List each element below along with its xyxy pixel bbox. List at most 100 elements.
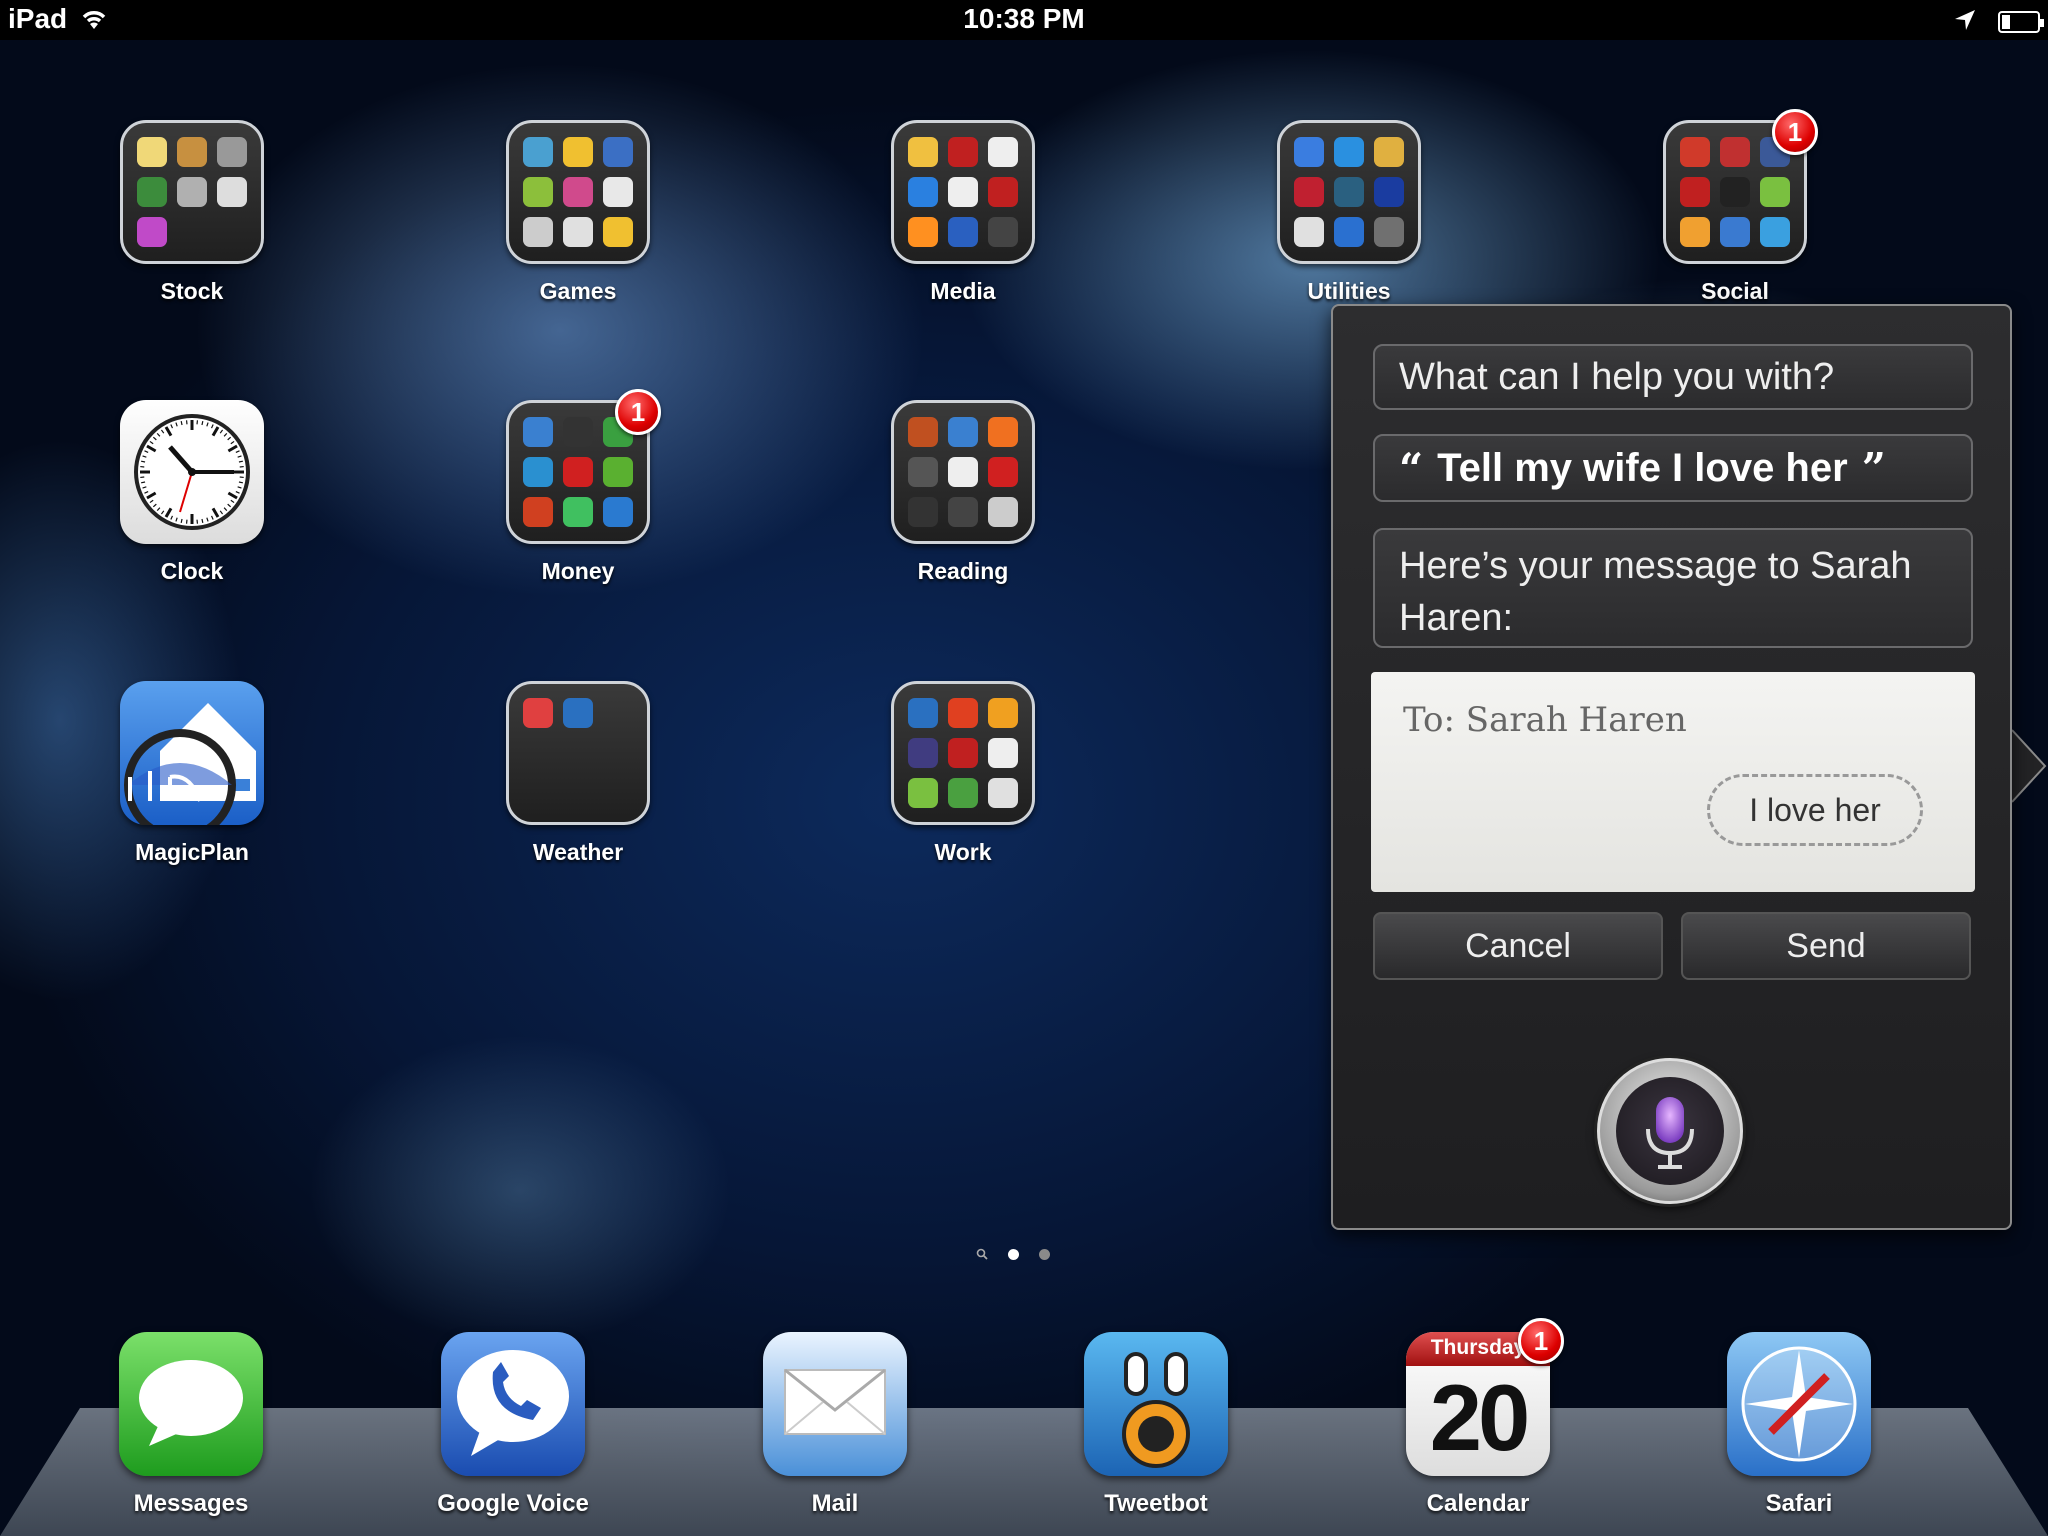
message-preview-card[interactable]: To: Sarah Haren I love her xyxy=(1371,672,1975,892)
app-label: Clock xyxy=(160,558,224,584)
mini-app-icon xyxy=(1334,177,1364,207)
mini-app-icon xyxy=(563,497,593,527)
mini-app-icon xyxy=(988,177,1018,207)
mini-app-icon xyxy=(1680,217,1710,247)
folder-icon: 1 xyxy=(1663,109,1818,264)
dock-app-google-voice[interactable]: Google Voice xyxy=(413,1332,613,1518)
mini-app-icon xyxy=(523,417,553,447)
mini-app-icon xyxy=(603,137,633,167)
dock-app-label: Mail xyxy=(811,1490,859,1517)
app-label: Weather xyxy=(532,839,624,865)
mini-app-icon xyxy=(523,217,553,247)
dock-app-label: Messages xyxy=(133,1490,249,1517)
mini-app-icon xyxy=(177,137,207,167)
send-button[interactable]: Send xyxy=(1681,912,1971,980)
magicplan-icon xyxy=(120,681,264,841)
mini-app-icon xyxy=(988,698,1018,728)
open-quote: “ xyxy=(1399,443,1424,493)
siri-mic-button[interactable] xyxy=(1597,1058,1743,1204)
mini-app-icon xyxy=(908,177,938,207)
dock-app-calendar[interactable]: Thursday 20 1 Calendar xyxy=(1378,1318,1578,1518)
mini-app-icon xyxy=(908,497,938,527)
folder-icon xyxy=(891,120,1035,264)
app-utilities[interactable]: Utilities xyxy=(1219,120,1479,305)
user-utterance-bubble[interactable]: “ Tell my wife I love her ” xyxy=(1373,434,1973,502)
siri-panel: What can I help you with? “ Tell my wife… xyxy=(1331,304,2012,1230)
mini-app-icon xyxy=(603,217,633,247)
mini-app-icon xyxy=(603,497,633,527)
mini-app-icon xyxy=(988,778,1018,808)
spotlight-search-icon[interactable] xyxy=(976,1248,988,1260)
dock-app-tweetbot[interactable]: Tweetbot xyxy=(1056,1332,1256,1518)
mini-app-icon xyxy=(523,698,553,728)
message-recipient: To: Sarah Haren xyxy=(1403,700,1687,740)
mini-app-icon xyxy=(1760,177,1790,207)
notification-badge: 1 xyxy=(1518,1318,1564,1364)
mail-icon xyxy=(763,1332,907,1476)
mini-app-icon xyxy=(908,457,938,487)
microphone-icon xyxy=(1646,1097,1694,1169)
clock-icon xyxy=(120,400,264,544)
mini-app-icon xyxy=(217,177,247,207)
mini-app-icon xyxy=(1374,177,1404,207)
app-money[interactable]: 1 Money xyxy=(448,389,708,585)
mini-app-icon xyxy=(137,217,167,247)
mini-app-icon xyxy=(177,177,207,207)
app-reading[interactable]: Reading xyxy=(833,400,1093,585)
page-indicator[interactable] xyxy=(976,1248,1050,1260)
app-magicplan[interactable]: MagicPlan xyxy=(62,681,322,866)
mini-app-icon xyxy=(1334,217,1364,247)
siri-prompt-bubble: What can I help you with? xyxy=(1373,344,1973,410)
app-clock[interactable]: Clock xyxy=(62,400,322,585)
mini-app-icon xyxy=(908,417,938,447)
mini-app-icon xyxy=(1294,137,1324,167)
app-games[interactable]: Games xyxy=(448,120,708,305)
calendar-date-number: 20 xyxy=(1429,1365,1531,1470)
mini-app-icon xyxy=(948,417,978,447)
mini-app-icon xyxy=(563,137,593,167)
mini-app-icon xyxy=(563,698,593,728)
dock-app-mail[interactable]: Mail xyxy=(735,1332,935,1518)
mini-app-icon xyxy=(908,778,938,808)
dock-app-label: Tweetbot xyxy=(1104,1490,1208,1517)
mini-app-icon xyxy=(908,738,938,768)
dock-app-messages[interactable]: Messages xyxy=(91,1332,291,1518)
close-quote: ” xyxy=(1861,443,1886,493)
mini-app-icon xyxy=(523,497,553,527)
dock-app-label: Google Voice xyxy=(437,1490,589,1517)
app-label: Utilities xyxy=(1307,278,1391,304)
app-social[interactable]: 1 Social xyxy=(1605,109,1865,305)
cancel-button[interactable]: Cancel xyxy=(1373,912,1663,980)
folder-icon: 1 xyxy=(506,389,661,544)
page-dot-2[interactable] xyxy=(1039,1248,1050,1260)
app-work[interactable]: Work xyxy=(833,681,1093,866)
dock-app-label: Calendar xyxy=(1426,1490,1530,1517)
app-label: Work xyxy=(934,839,992,865)
dock-app-safari[interactable]: Safari xyxy=(1699,1332,1899,1518)
mini-app-icon xyxy=(988,217,1018,247)
google-voice-icon xyxy=(441,1332,585,1476)
mini-app-icon xyxy=(1680,137,1710,167)
mini-app-icon xyxy=(948,778,978,808)
mini-app-icon xyxy=(603,177,633,207)
mini-app-icon xyxy=(1374,137,1404,167)
message-body-bubble: I love her xyxy=(1707,774,1923,846)
page-dot-1[interactable] xyxy=(1008,1248,1019,1260)
mini-app-icon xyxy=(988,738,1018,768)
mini-app-icon xyxy=(948,177,978,207)
folder-icon xyxy=(891,400,1035,544)
mini-app-icon xyxy=(523,137,553,167)
app-weather[interactable]: Weather xyxy=(448,681,708,866)
mini-app-icon xyxy=(1334,137,1364,167)
folder-icon xyxy=(506,681,650,825)
mini-app-icon xyxy=(603,457,633,487)
mini-app-icon xyxy=(1720,137,1750,167)
location-icon xyxy=(1954,6,1976,38)
calendar-icon: Thursday 20 1 xyxy=(1406,1318,1564,1476)
mini-app-icon xyxy=(948,457,978,487)
app-label: Reading xyxy=(917,558,1009,584)
app-media[interactable]: Media xyxy=(833,120,1093,305)
app-label: Stock xyxy=(160,278,224,304)
status-time: 10:38 PM xyxy=(963,3,1085,34)
app-stock[interactable]: Stock xyxy=(62,120,322,305)
